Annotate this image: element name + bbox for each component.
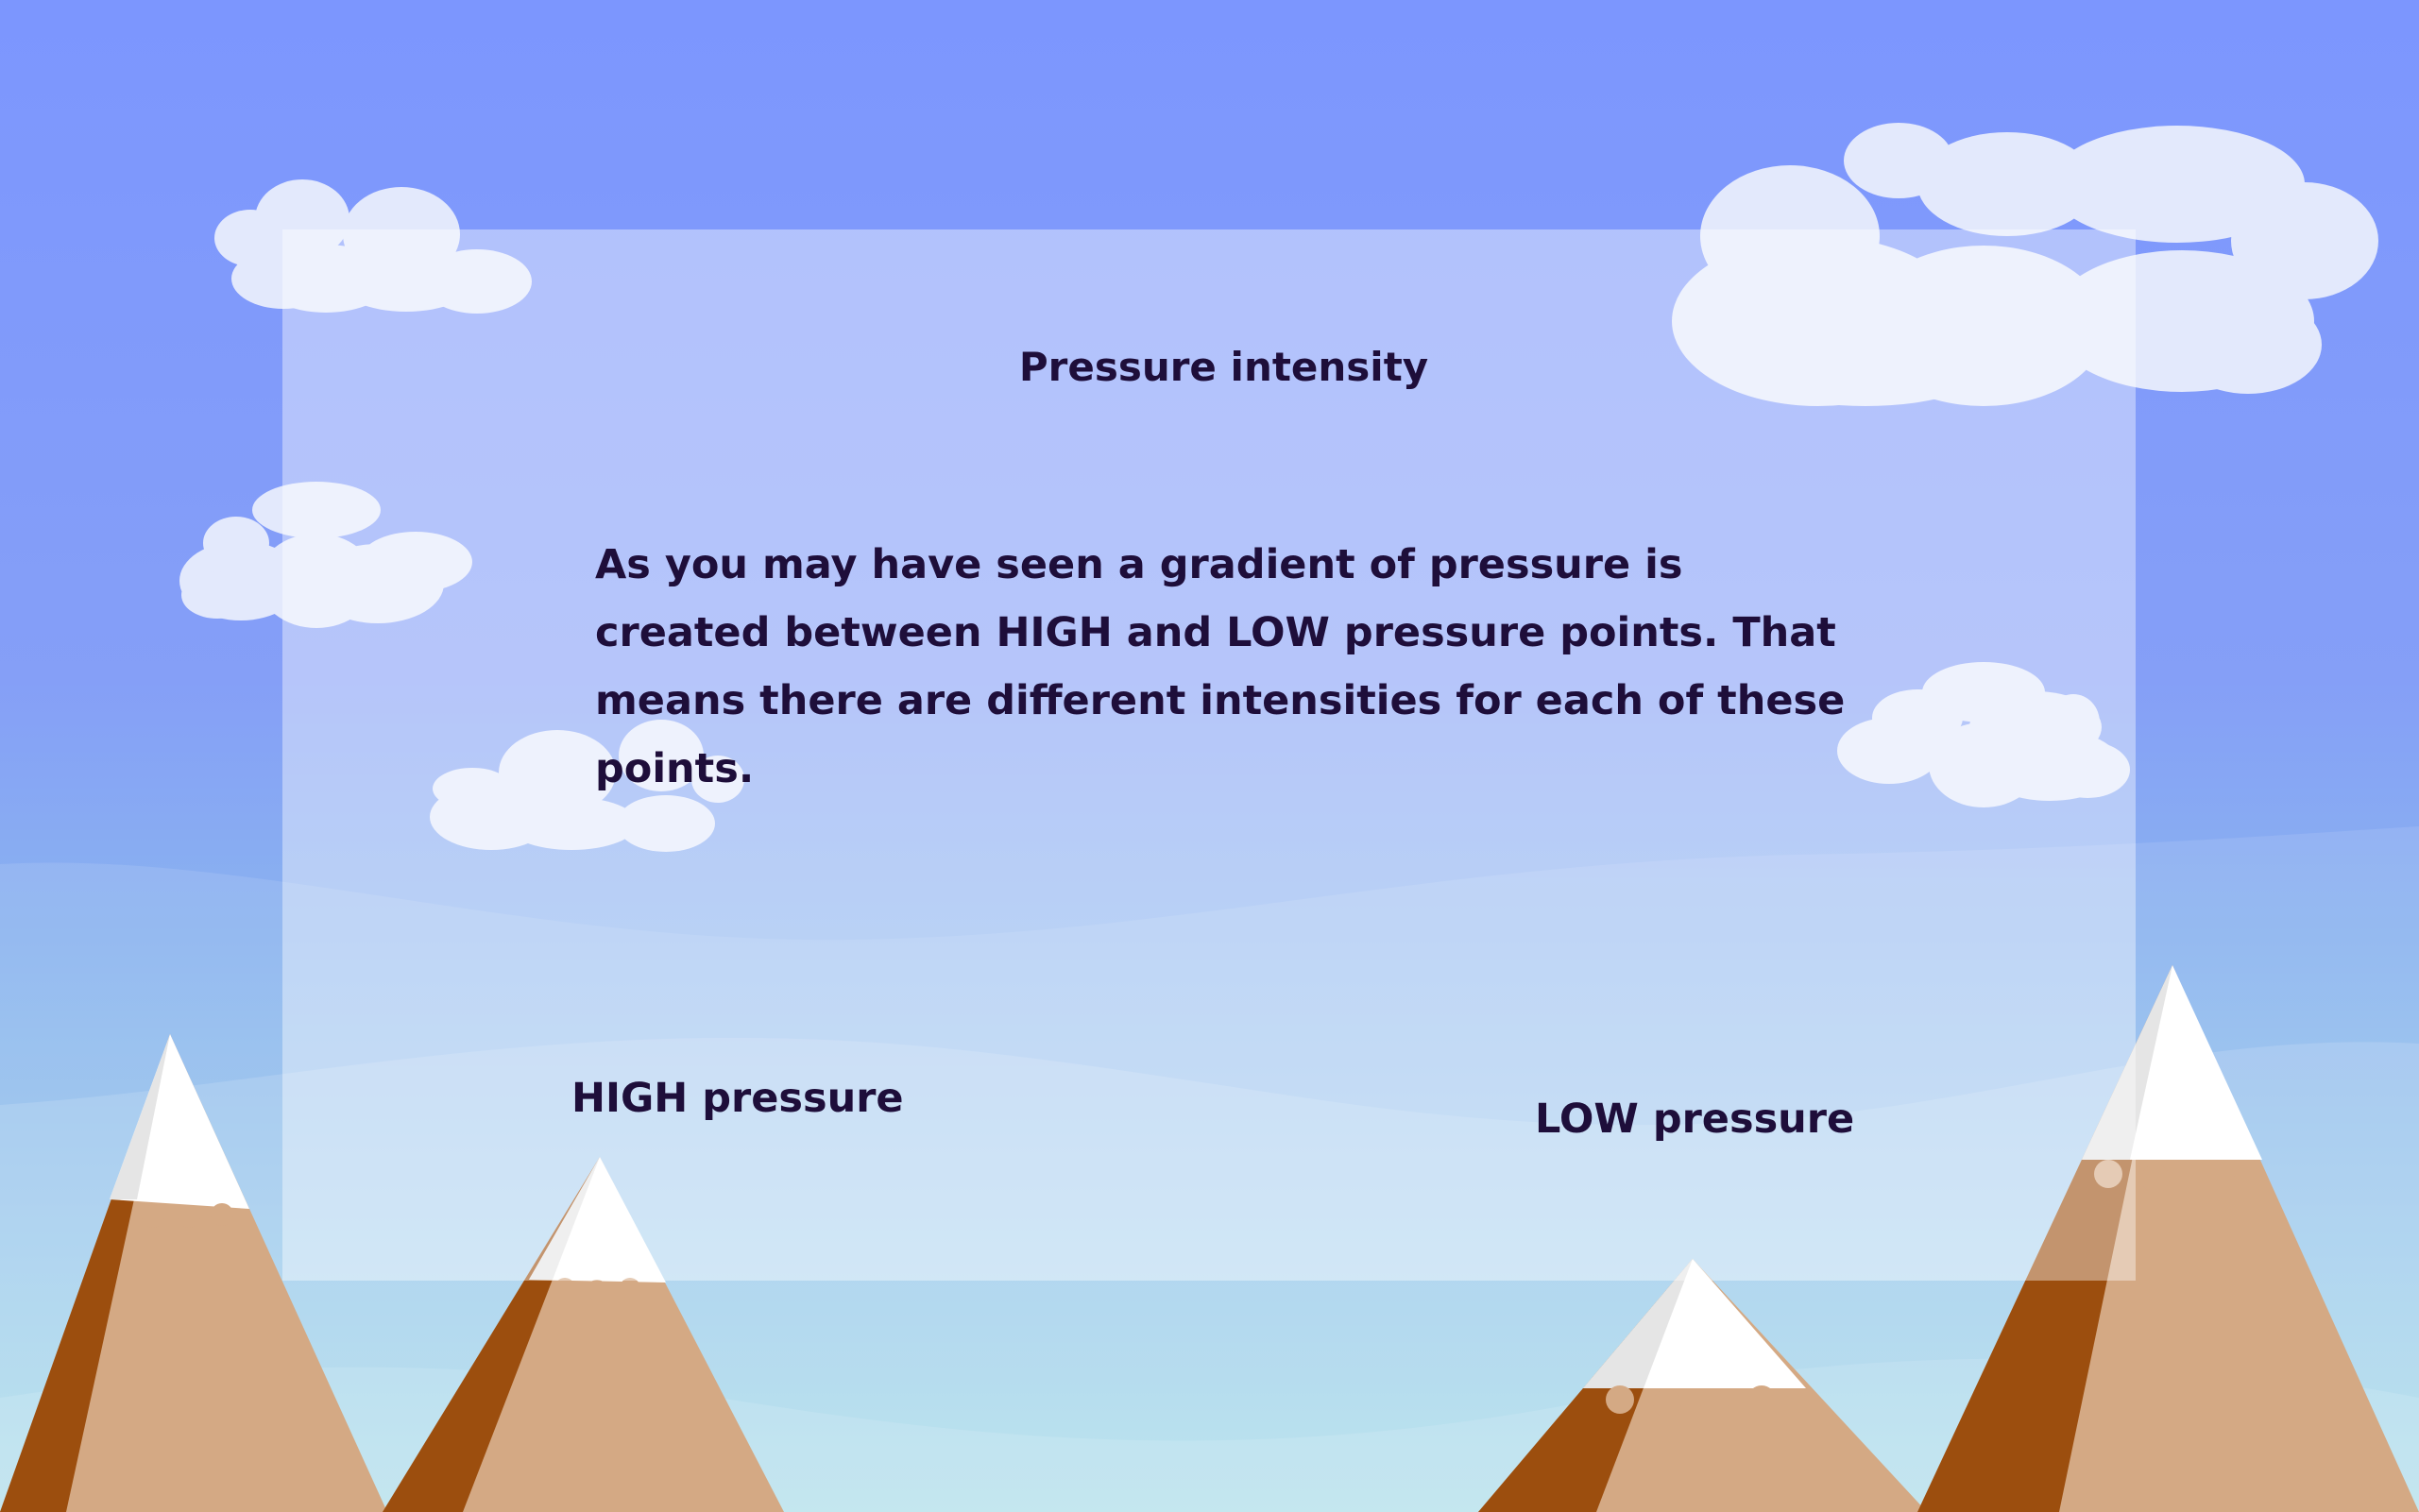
explanation-text: As you may have seen a gradient of press… <box>595 541 1846 792</box>
slide-title: Pressure intensity <box>1018 344 1429 390</box>
slide-canvas: Pressure intensity As you may have seen … <box>0 0 2419 1512</box>
high-pressure-label: HIGH pressure <box>571 1075 904 1122</box>
low-pressure-label: LOW pressure <box>1535 1096 1855 1143</box>
